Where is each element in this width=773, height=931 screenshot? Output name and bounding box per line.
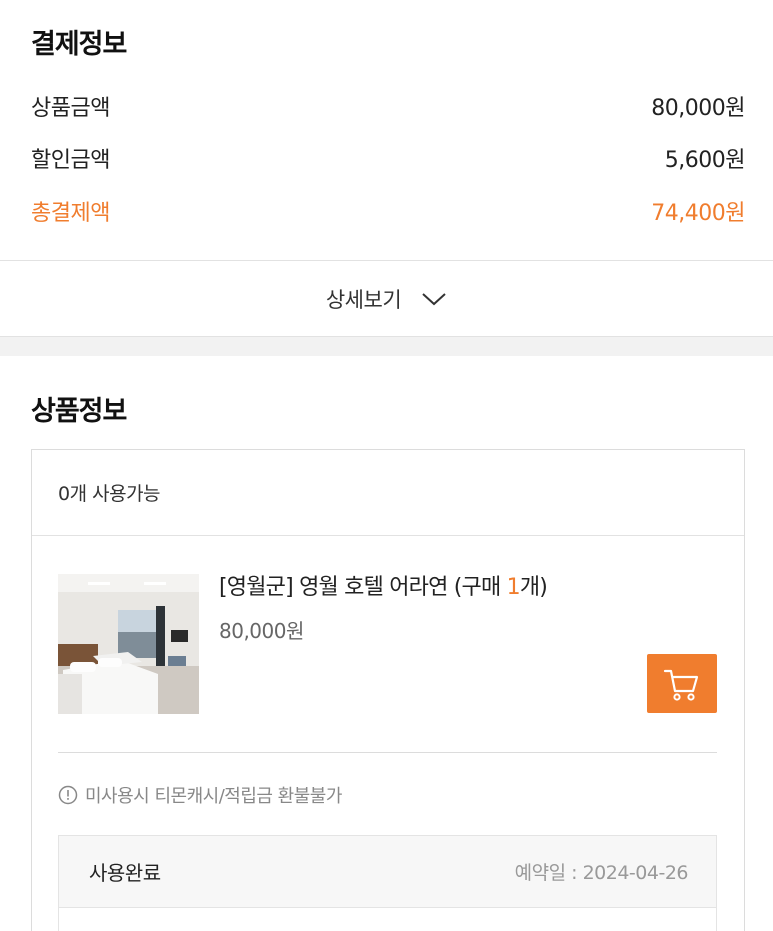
product-amount-row: 상품금액 80,000원	[31, 88, 745, 124]
available-count: 0개 사용가능	[32, 450, 744, 536]
product-thumbnail[interactable]	[58, 574, 199, 714]
discount-amount-value: 5,600원	[664, 148, 746, 173]
usage-status-row: 사용완료 예약일 : 2024-04-26	[58, 835, 717, 908]
add-to-cart-button[interactable]	[647, 654, 717, 713]
reservation-date: 예약일 : 2024-04-26	[514, 862, 689, 884]
product-name-prefix: [영월군] 영월 호텔 어라연 (구매	[219, 575, 507, 600]
product-amount-value: 80,000원	[651, 96, 745, 121]
card-divider	[58, 752, 717, 753]
refund-notice: 미사용시 티몬캐시/적립금 환불불가	[58, 782, 342, 808]
product-title: 상품정보	[31, 396, 127, 427]
chevron-down-icon	[422, 292, 446, 305]
info-circle-icon	[58, 785, 78, 805]
view-details-label: 상세보기	[325, 287, 402, 312]
product-section: 상품정보 0개 사용가능 [영월군] 영월 호텔 어라연 (구매 1개) 80,…	[0, 356, 773, 931]
product-amount-label: 상품금액	[31, 96, 110, 121]
payment-title: 결제정보	[31, 29, 127, 60]
status-detail-area	[58, 908, 717, 931]
hotel-room-image	[58, 574, 199, 714]
payment-section: 결제정보 상품금액 80,000원 할인금액 5,600원 총결제액 74,40…	[0, 0, 773, 260]
view-details-button[interactable]: 상세보기	[0, 260, 773, 337]
total-amount-row: 총결제액 74,400원	[31, 193, 745, 229]
total-amount-value: 74,400원	[651, 201, 745, 226]
product-card: 0개 사용가능 [영월군] 영월 호텔 어라연 (구매 1개) 80,000원 …	[31, 449, 745, 931]
cart-icon	[663, 669, 699, 701]
discount-amount-label: 할인금액	[31, 148, 110, 173]
product-name-suffix: 개)	[519, 575, 548, 600]
refund-notice-text: 미사용시 티몬캐시/적립금 환불불가	[85, 786, 342, 807]
product-name[interactable]: [영월군] 영월 호텔 어라연 (구매 1개)	[219, 569, 548, 601]
product-price: 80,000원	[219, 619, 304, 643]
section-divider	[0, 337, 773, 356]
purchase-quantity: 1	[506, 575, 521, 600]
usage-status: 사용완료	[89, 861, 161, 885]
total-amount-label: 총결제액	[31, 201, 110, 226]
discount-amount-row: 할인금액 5,600원	[31, 140, 746, 176]
